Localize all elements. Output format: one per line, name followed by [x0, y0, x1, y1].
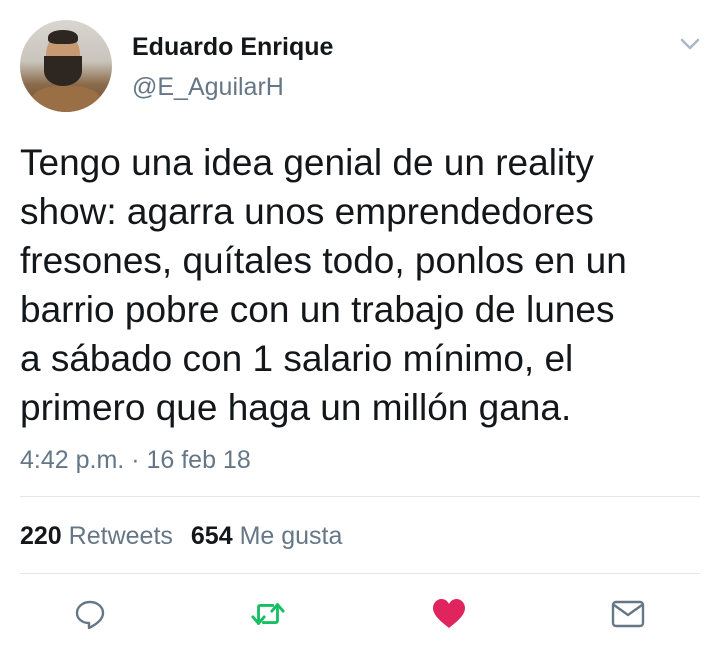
like-button[interactable]	[431, 596, 467, 632]
reply-button[interactable]	[72, 596, 108, 632]
author-name[interactable]: Eduardo Enrique	[132, 33, 333, 62]
author-handle[interactable]: @E_AguilarH	[132, 73, 284, 102]
tweet-timestamp[interactable]: 4:42 p.m. · 16 feb 18	[20, 446, 251, 475]
tweet-date: 16 feb 18	[146, 446, 251, 474]
tweet-line: barrio pobre con un trabajo de lunes	[20, 289, 615, 330]
tweet-line: primero que haga un millón gana.	[20, 387, 572, 428]
heart-icon	[433, 599, 465, 628]
avatar[interactable]	[20, 20, 112, 112]
likes-stat[interactable]: 654 Me gusta	[191, 522, 343, 550]
tweet-line: show: agarra unos emprendedores	[20, 191, 594, 232]
message-button[interactable]	[610, 596, 646, 632]
retweet-icon	[251, 603, 285, 625]
tweet-time: 4:42 p.m.	[20, 446, 125, 474]
reply-icon	[75, 600, 105, 630]
timestamp-separator: ·	[131, 446, 140, 474]
retweets-label: Retweets	[68, 522, 173, 550]
retweets-count: 220	[20, 522, 62, 550]
tweet-line: a sábado con 1 salario mínimo, el	[20, 338, 574, 379]
envelope-icon	[611, 600, 645, 628]
avatar-beard	[44, 56, 82, 86]
tweet-line: Tengo una idea genial de un reality	[20, 142, 594, 183]
tweet-line: fresones, quítales todo, ponlos en un	[20, 240, 627, 281]
tweet-text: Tengo una idea genial de un reality show…	[20, 138, 700, 432]
chevron-down-icon[interactable]	[679, 36, 701, 52]
tweet-stats: 220 Retweets 654 Me gusta	[20, 522, 342, 551]
avatar-shirt	[30, 86, 102, 112]
retweets-stat[interactable]: 220 Retweets	[20, 522, 173, 550]
avatar-hair	[48, 30, 78, 44]
likes-label: Me gusta	[239, 522, 343, 550]
divider	[20, 496, 700, 497]
retweet-button[interactable]	[250, 596, 286, 632]
divider	[20, 573, 700, 574]
likes-count: 654	[190, 522, 233, 550]
